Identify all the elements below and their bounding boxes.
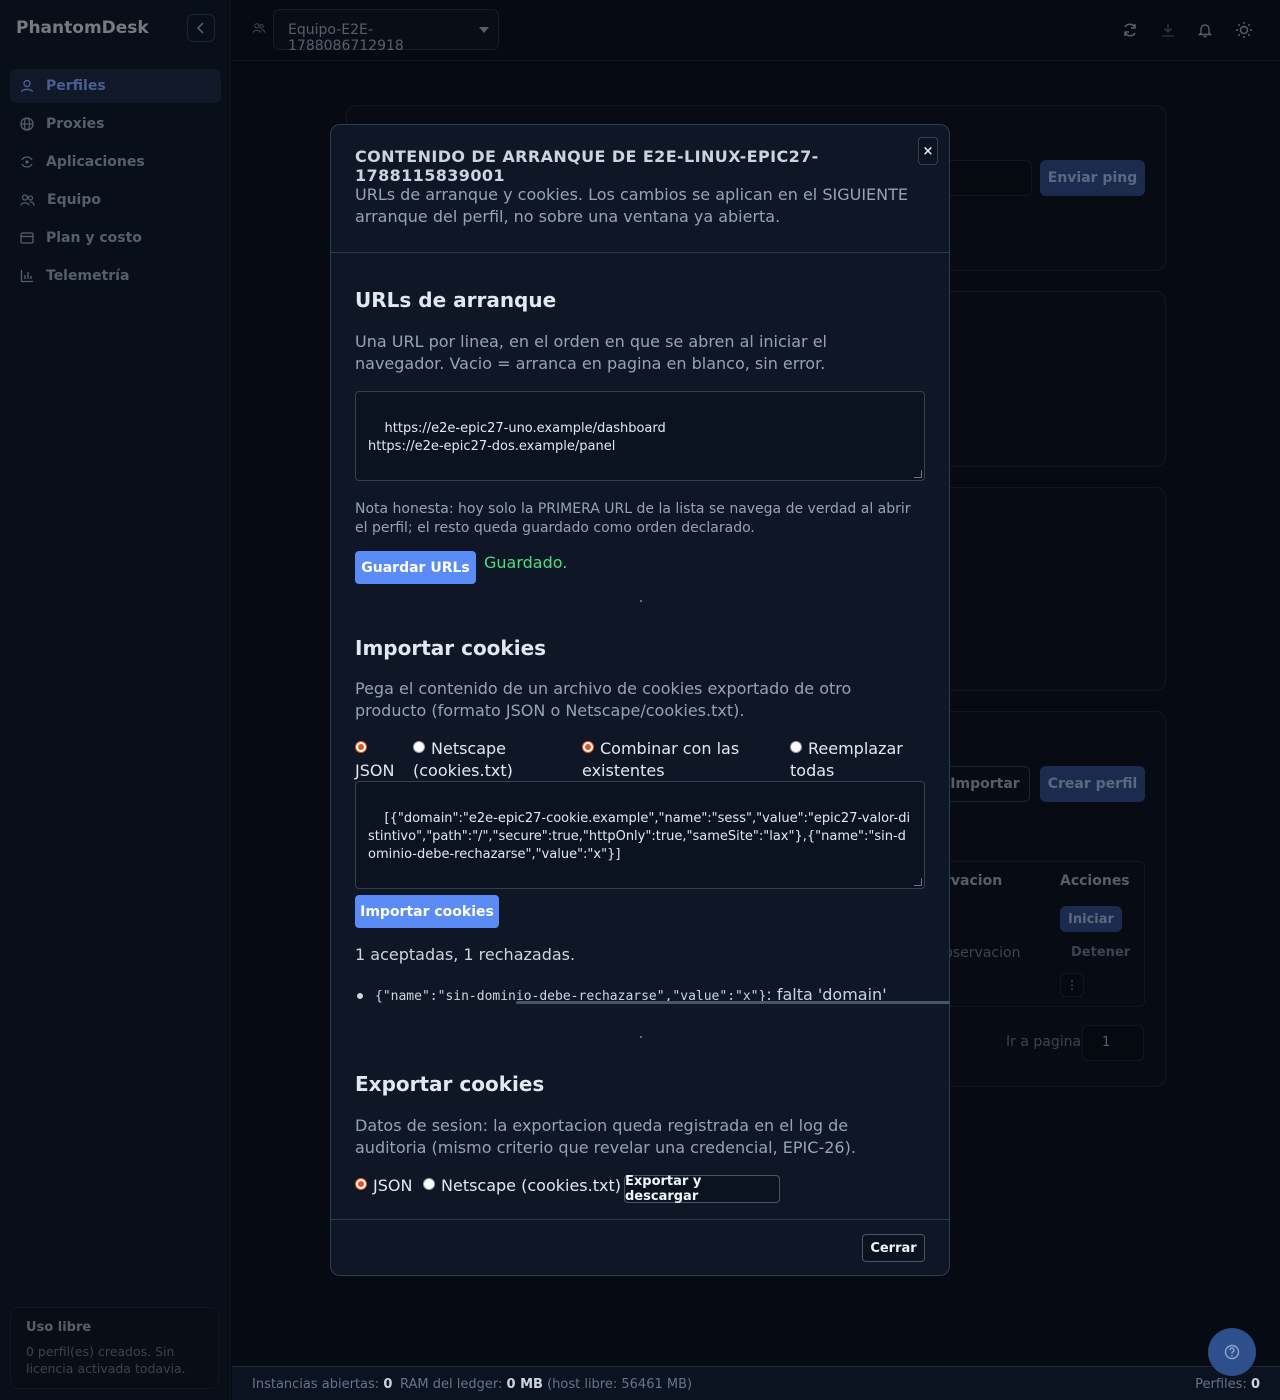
radio-label: Combinar con las existentes xyxy=(582,739,740,780)
resize-handle[interactable] xyxy=(914,878,922,886)
urls-heading: URLs de arranque xyxy=(355,288,557,312)
resize-handle[interactable] xyxy=(914,470,922,478)
radio-label: Netscape (cookies.txt) xyxy=(413,739,513,780)
cookies-import-textarea[interactable]: [{"domain":"e2e-epic27-cookie.example","… xyxy=(355,781,925,889)
close-button[interactable]: Cerrar xyxy=(862,1234,925,1262)
profiles-label: Perfiles: xyxy=(1195,1377,1247,1392)
radio-label: Reemplazar todas xyxy=(790,739,903,780)
ram-value: 0 MB xyxy=(506,1377,543,1392)
profiles-value: 0 xyxy=(1250,1377,1260,1392)
radio-label: Netscape (cookies.txt) xyxy=(441,1176,621,1195)
section-separator xyxy=(640,600,642,602)
saved-message: Guardado. xyxy=(484,553,568,572)
export-format-netscape-radio[interactable]: Netscape (cookies.txt) xyxy=(423,1175,621,1197)
instances-status: Instancias abiertas: 0 xyxy=(252,1377,392,1392)
radio-label: JSON xyxy=(355,761,395,780)
import-heading: Importar cookies xyxy=(355,636,547,660)
profiles-status: Perfiles: 0 xyxy=(1195,1377,1260,1392)
urls-note: Nota honesta: hoy solo la PRIMERA URL de… xyxy=(355,501,911,536)
startup-urls-textarea[interactable]: https://e2e-epic27-uno.example/dashboard… xyxy=(355,391,925,481)
import-mode-replace-radio[interactable]: Reemplazar todas xyxy=(790,738,920,782)
cookies-import-value: [{"domain":"e2e-epic27-cookie.example","… xyxy=(368,811,911,862)
help-icon xyxy=(1224,1344,1240,1360)
dialog-footer: Cerrar xyxy=(331,1219,949,1275)
import-mode-merge-radio[interactable]: Combinar con las existentes xyxy=(582,738,762,782)
radio-checked-icon xyxy=(355,1178,367,1190)
export-heading: Exportar cookies xyxy=(355,1072,545,1096)
section-separator xyxy=(640,1036,642,1038)
export-format-json-radio[interactable]: JSON xyxy=(355,1175,412,1197)
status-bar: Instancias abiertas: 0 RAM del ledger: 0… xyxy=(232,1366,1280,1400)
help-button[interactable] xyxy=(1208,1328,1256,1376)
urls-help: Una URL por linea, en el orden en que se… xyxy=(355,332,827,373)
instances-label: Instancias abiertas: xyxy=(252,1377,380,1392)
export-download-button[interactable]: Exportar y descargar xyxy=(624,1174,780,1204)
host-free: (host libre: 56461 MB) xyxy=(547,1377,693,1392)
export-help: Datos de sesion: la exportacion queda re… xyxy=(355,1116,856,1157)
radio-unchecked-icon xyxy=(790,741,802,753)
dialog-description: URLs de arranque y cookies. Los cambios … xyxy=(355,185,908,226)
divider xyxy=(331,252,949,253)
import-result: 1 aceptadas, 1 rechazadas. xyxy=(355,945,576,964)
import-help: Pega el contenido de un archivo de cooki… xyxy=(355,679,852,720)
radio-label: JSON xyxy=(373,1176,413,1195)
import-format-netscape-radio[interactable]: Netscape (cookies.txt) xyxy=(413,738,563,782)
import-format-json-radio[interactable]: JSON xyxy=(355,738,405,782)
startup-content-dialog: × CONTENIDO DE ARRANQUE DE E2E-LINUX-EPI… xyxy=(330,124,950,1276)
startup-urls-value: https://e2e-epic27-uno.example/dashboard… xyxy=(368,421,666,454)
radio-checked-icon xyxy=(355,741,367,753)
radio-checked-icon xyxy=(582,741,594,753)
save-urls-button[interactable]: Guardar URLs xyxy=(355,551,476,584)
instances-value: 0 xyxy=(383,1377,393,1392)
ram-label: RAM del ledger: xyxy=(400,1377,503,1392)
horizontal-scrollbar[interactable] xyxy=(516,1001,949,1004)
radio-unchecked-icon xyxy=(413,741,425,753)
import-cookies-button[interactable]: Importar cookies xyxy=(355,895,499,928)
radio-unchecked-icon xyxy=(423,1178,435,1190)
dialog-title: CONTENIDO DE ARRANQUE DE E2E-LINUX-EPIC2… xyxy=(355,147,819,185)
ram-status: RAM del ledger: 0 MB (host libre: 56461 … xyxy=(400,1377,692,1392)
